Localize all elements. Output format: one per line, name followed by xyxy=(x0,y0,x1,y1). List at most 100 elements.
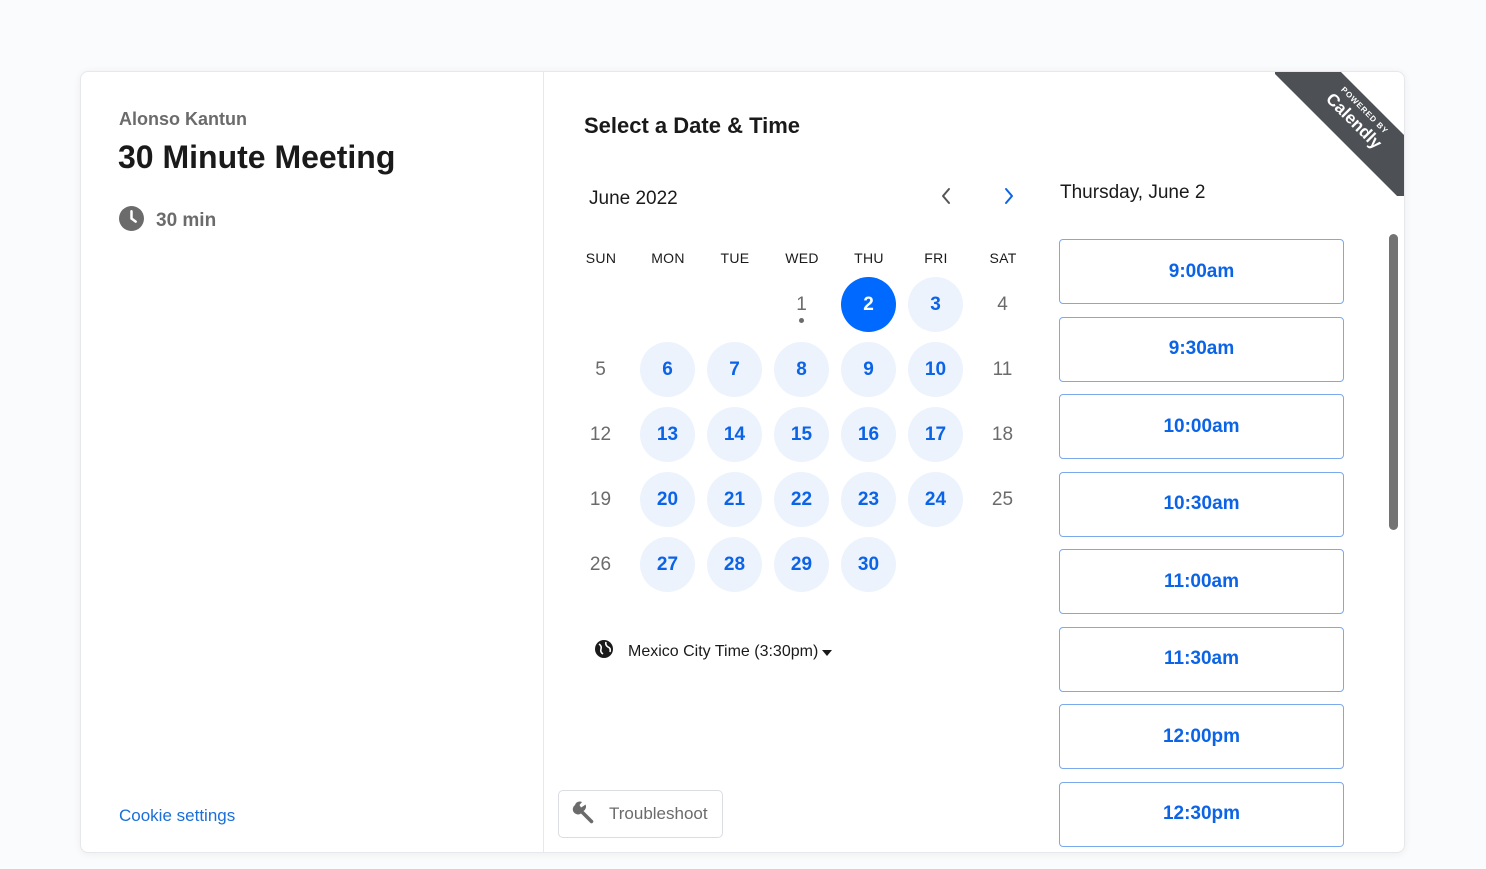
timezone-selector[interactable]: Mexico City Time (3:30pm) xyxy=(594,639,833,664)
calendar-day[interactable]: 23 xyxy=(841,472,896,527)
calendar-day[interactable]: 17 xyxy=(908,407,963,462)
calendar-day-number: 5 xyxy=(595,358,606,380)
calendar-day-number: 6 xyxy=(662,358,673,380)
time-slot-button[interactable]: 10:30am xyxy=(1059,471,1344,537)
calendar-day-number: 29 xyxy=(790,553,813,575)
weekday-header: SAT xyxy=(989,250,1017,266)
scheduling-card: Alonso Kantun 30 Minute Meeting 30 min C… xyxy=(80,71,1405,853)
calendar-day[interactable]: 13 xyxy=(640,407,695,462)
time-slot-button[interactable]: 12:30pm xyxy=(1059,781,1344,847)
time-slot-list: 9:00am 9:30am 10:00am 10:30am 11:00am 11… xyxy=(1059,239,1344,852)
calendar-day[interactable]: 14 xyxy=(707,407,762,462)
troubleshoot-label: Troubleshoot xyxy=(609,804,708,823)
cookie-settings-link[interactable]: Cookie settings xyxy=(119,806,235,826)
time-slot-button[interactable]: 12:00pm xyxy=(1059,704,1344,769)
calendar-day-number: 10 xyxy=(924,358,947,380)
weekday-header: WED xyxy=(785,250,819,266)
powered-by-badge[interactable]: POWERED BY Calendly xyxy=(1275,72,1404,196)
calendar-day[interactable]: 28 xyxy=(707,537,762,592)
event-title: 30 Minute Meeting xyxy=(118,139,396,175)
event-duration: 30 min xyxy=(119,206,216,236)
time-slot-button[interactable]: 9:00am xyxy=(1059,239,1344,304)
calendar-day: 25 xyxy=(975,472,1030,527)
powered-by-ribbon: POWERED BY Calendly xyxy=(1275,72,1404,196)
calendar-day[interactable]: 3 xyxy=(908,277,963,332)
wrench-icon xyxy=(571,798,599,831)
calendar-day-number: 4 xyxy=(997,293,1008,315)
calendar-day-number: 13 xyxy=(656,423,679,445)
calendar-day-number: 23 xyxy=(857,488,880,510)
calendar-day: 19 xyxy=(573,472,628,527)
next-month-button[interactable] xyxy=(995,184,1023,212)
previous-month-button[interactable] xyxy=(932,184,960,212)
month-label: June 2022 xyxy=(589,188,678,209)
weekday-header: MON xyxy=(651,250,685,266)
calendar-day[interactable]: 30 xyxy=(841,537,896,592)
weekday-header: THU xyxy=(854,250,884,266)
weekday-header: SUN xyxy=(585,250,617,266)
calendar-day[interactable]: 16 xyxy=(841,407,896,462)
calendar-day-number: 19 xyxy=(589,488,612,510)
calendar-day[interactable]: 6 xyxy=(640,342,695,397)
clock-icon xyxy=(119,206,144,236)
calendar-day-number: 12 xyxy=(589,423,612,445)
time-slot-button[interactable]: 9:30am xyxy=(1059,316,1344,382)
calendar-day: 12 xyxy=(573,407,628,462)
calendar-day[interactable]: 9 xyxy=(841,342,896,397)
calendar-day[interactable]: 15 xyxy=(774,407,829,462)
calendar-day-number: 30 xyxy=(857,553,880,575)
calendar-day[interactable]: 8 xyxy=(774,342,829,397)
calendar-day-number: 17 xyxy=(924,423,947,445)
time-slot-button[interactable]: 11:30am xyxy=(1059,626,1344,692)
calendar-day[interactable]: 22 xyxy=(774,472,829,527)
calendar-day[interactable]: 24 xyxy=(908,472,963,527)
globe-icon xyxy=(594,639,614,664)
duration-label: 30 min xyxy=(156,210,217,231)
calendar-day-number: 18 xyxy=(991,423,1014,445)
calendar-day[interactable]: 21 xyxy=(707,472,762,527)
calendar-day-number: 14 xyxy=(723,423,746,445)
calendar-day: 5 xyxy=(573,342,628,397)
calendar-day[interactable]: 27 xyxy=(640,537,695,592)
troubleshoot-button[interactable]: Troubleshoot xyxy=(558,790,723,838)
calendar-day[interactable]: 10 xyxy=(908,342,963,397)
calendar-day-number: 9 xyxy=(863,358,874,380)
calendar-day-number: 24 xyxy=(924,488,947,510)
calendar-day[interactable]: 29 xyxy=(774,537,829,592)
calendar-day-selected[interactable]: 2 xyxy=(841,277,896,332)
calendar-day-number: 27 xyxy=(656,553,679,575)
selected-date-label: Thursday, June 2 xyxy=(1060,182,1206,203)
calendar-day-number: 3 xyxy=(930,293,941,315)
event-details-panel: Alonso Kantun 30 Minute Meeting 30 min C… xyxy=(81,72,544,852)
time-slot-button[interactable]: 10:00am xyxy=(1059,394,1344,459)
calendar-day-number: 16 xyxy=(857,423,880,445)
calendar-day-number: 25 xyxy=(991,488,1014,510)
weekday-header: TUE xyxy=(720,250,750,266)
calendar-day: 4 xyxy=(975,277,1030,332)
organizer-name: Alonso Kantun xyxy=(119,109,247,129)
calendar-day-number: 20 xyxy=(656,488,679,510)
calendar-day-number: 2 xyxy=(863,293,874,315)
chevron-right-icon xyxy=(1003,187,1015,210)
today-indicator xyxy=(799,318,804,323)
chevron-left-icon xyxy=(940,187,952,210)
calendar-day[interactable]: 20 xyxy=(640,472,695,527)
time-slot-scrollbar[interactable] xyxy=(1389,234,1398,530)
calendar-day-number: 11 xyxy=(992,358,1013,380)
calendar-day-number: 8 xyxy=(796,358,807,380)
calendar-day: 11 xyxy=(975,342,1030,397)
time-slot-button[interactable]: 11:00am xyxy=(1059,549,1344,614)
page-title: Select a Date & Time xyxy=(584,113,801,138)
calendar-day-number: 28 xyxy=(723,553,746,575)
calendar-day-number: 1 xyxy=(796,293,807,315)
weekday-header: FRI xyxy=(924,250,948,266)
calendar-day[interactable]: 7 xyxy=(707,342,762,397)
calendar-day-number: 22 xyxy=(790,488,813,510)
timezone-label: Mexico City Time (3:30pm) xyxy=(628,642,819,660)
calendar-day-number: 26 xyxy=(589,553,612,575)
calendar-day-number: 21 xyxy=(723,488,746,510)
calendar-day: 1 xyxy=(774,277,829,332)
calendar-day-number: 15 xyxy=(790,423,813,445)
calendar-day-number: 7 xyxy=(729,358,740,380)
calendar-day: 18 xyxy=(975,407,1030,462)
